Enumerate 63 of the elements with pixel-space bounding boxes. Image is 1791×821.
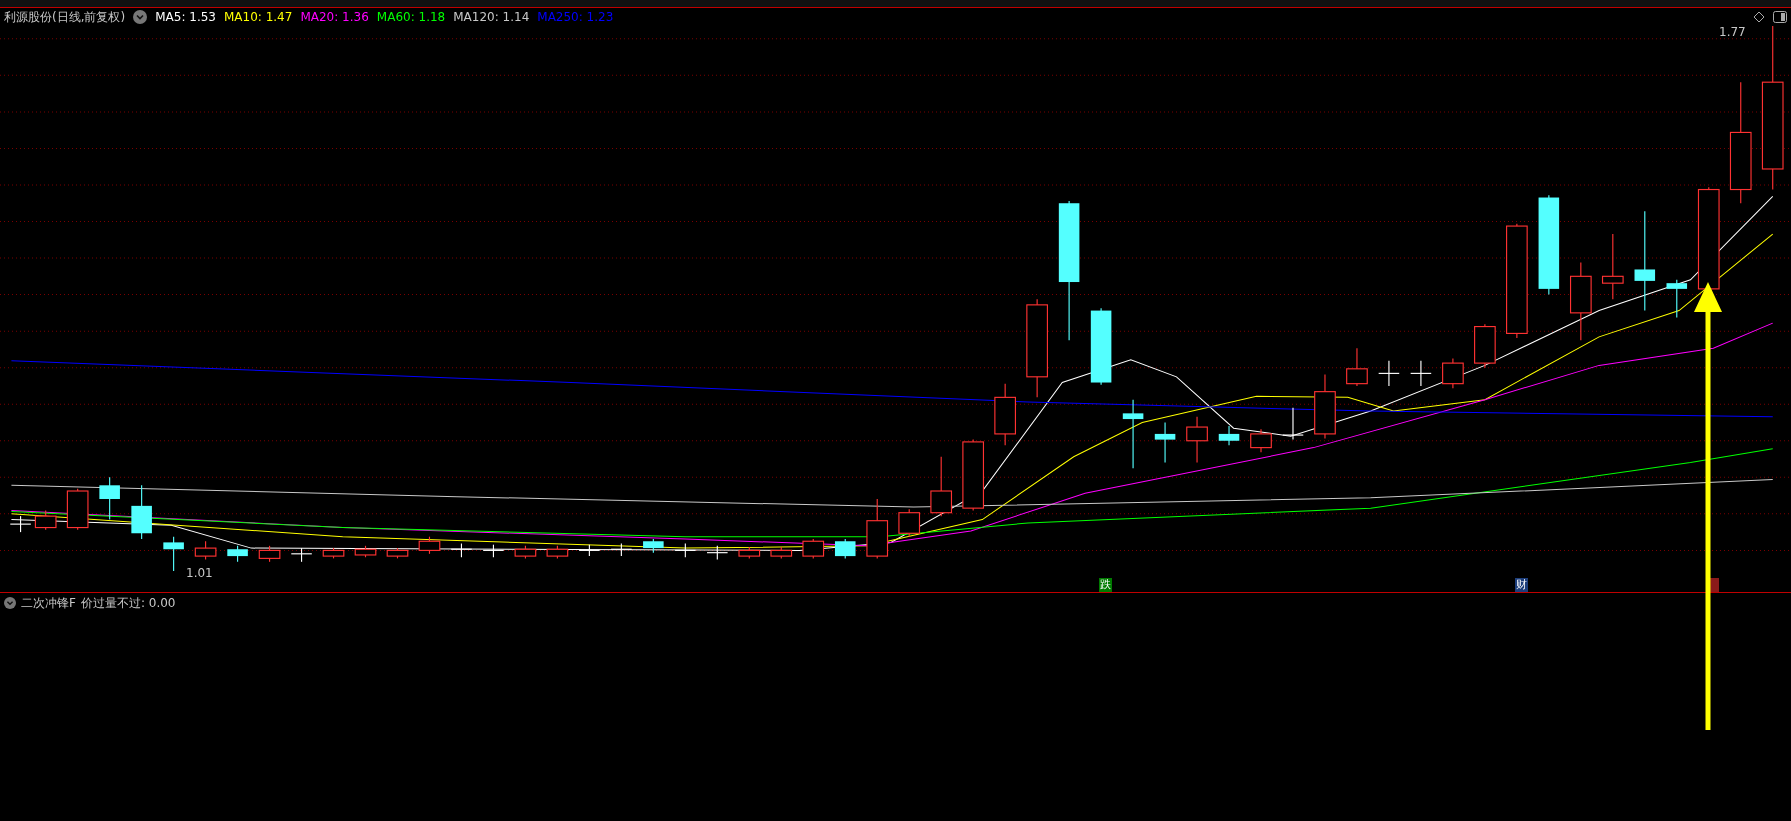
candlestick [1378, 360, 1400, 387]
candlestick [290, 547, 313, 563]
moving-average-label: MA250: 1.23 [537, 9, 614, 26]
candlestick [1474, 323, 1496, 369]
candlestick [354, 545, 377, 558]
candlestick [418, 536, 441, 555]
chevron-icon[interactable] [4, 597, 16, 609]
panel-toggle-icon[interactable] [1773, 11, 1787, 23]
high-price-label: 1.77 [1719, 24, 1746, 41]
candlestick [610, 542, 633, 557]
candlestick [898, 508, 921, 538]
signal-marker: 财 [1515, 578, 1529, 592]
signal-marker: 跌 [1098, 578, 1112, 592]
moving-average-label: MA5: 1.53 [155, 9, 216, 26]
candlestick [643, 538, 664, 554]
candlestick [770, 546, 793, 559]
candlestick [1282, 407, 1304, 441]
candlestick [1154, 421, 1176, 464]
candlestick [386, 547, 409, 559]
chart-title: 利源股份(日线,前复权) [4, 9, 126, 26]
candlestick [99, 476, 120, 521]
moving-average-label: MA60: 1.18 [376, 9, 446, 26]
candlestick [1666, 279, 1688, 318]
candlestick [578, 544, 601, 557]
candlestick [482, 544, 505, 558]
candlestick [1410, 360, 1432, 387]
candlestick [514, 545, 537, 559]
candlestick [9, 515, 32, 533]
candlestick [930, 456, 953, 517]
candlestick [194, 540, 217, 561]
moving-average-label: MA120: 1.14 [453, 9, 530, 26]
candlestick [1250, 428, 1272, 453]
candlestick [258, 545, 281, 563]
candlestick [994, 383, 1016, 446]
candlestick [706, 545, 729, 561]
low-price-label: 1.01 [186, 565, 213, 582]
candlestick [131, 484, 152, 540]
candlestick [227, 545, 248, 563]
candlestick [1122, 399, 1144, 469]
candlestick [962, 439, 985, 511]
indicator-reading: 价过量不过: 0.00 [80, 595, 176, 612]
candlestick [1314, 373, 1336, 440]
diamond-icon[interactable] [1753, 11, 1765, 23]
candlestick [738, 546, 761, 559]
candlestick [1186, 416, 1208, 464]
candlestick [834, 538, 856, 559]
indicator-name: 二次冲锋F [21, 595, 76, 612]
candlestick [450, 542, 473, 558]
candlestick [1601, 233, 1624, 300]
candlestick [546, 545, 569, 559]
candlestick [802, 538, 825, 559]
candlestick [1346, 347, 1368, 387]
candlestick [1442, 357, 1464, 389]
candlestick [66, 488, 89, 531]
candlestick [163, 536, 184, 572]
moving-average-label: MA20: 1.36 [300, 9, 369, 26]
candlestick [1218, 425, 1240, 446]
candlestick [322, 547, 345, 559]
chevron-icon[interactable] [133, 10, 148, 24]
candlestick [674, 542, 697, 558]
candlestick [34, 509, 57, 531]
moving-average-label: MA10: 1.47 [223, 9, 293, 26]
candlestick [866, 498, 889, 559]
